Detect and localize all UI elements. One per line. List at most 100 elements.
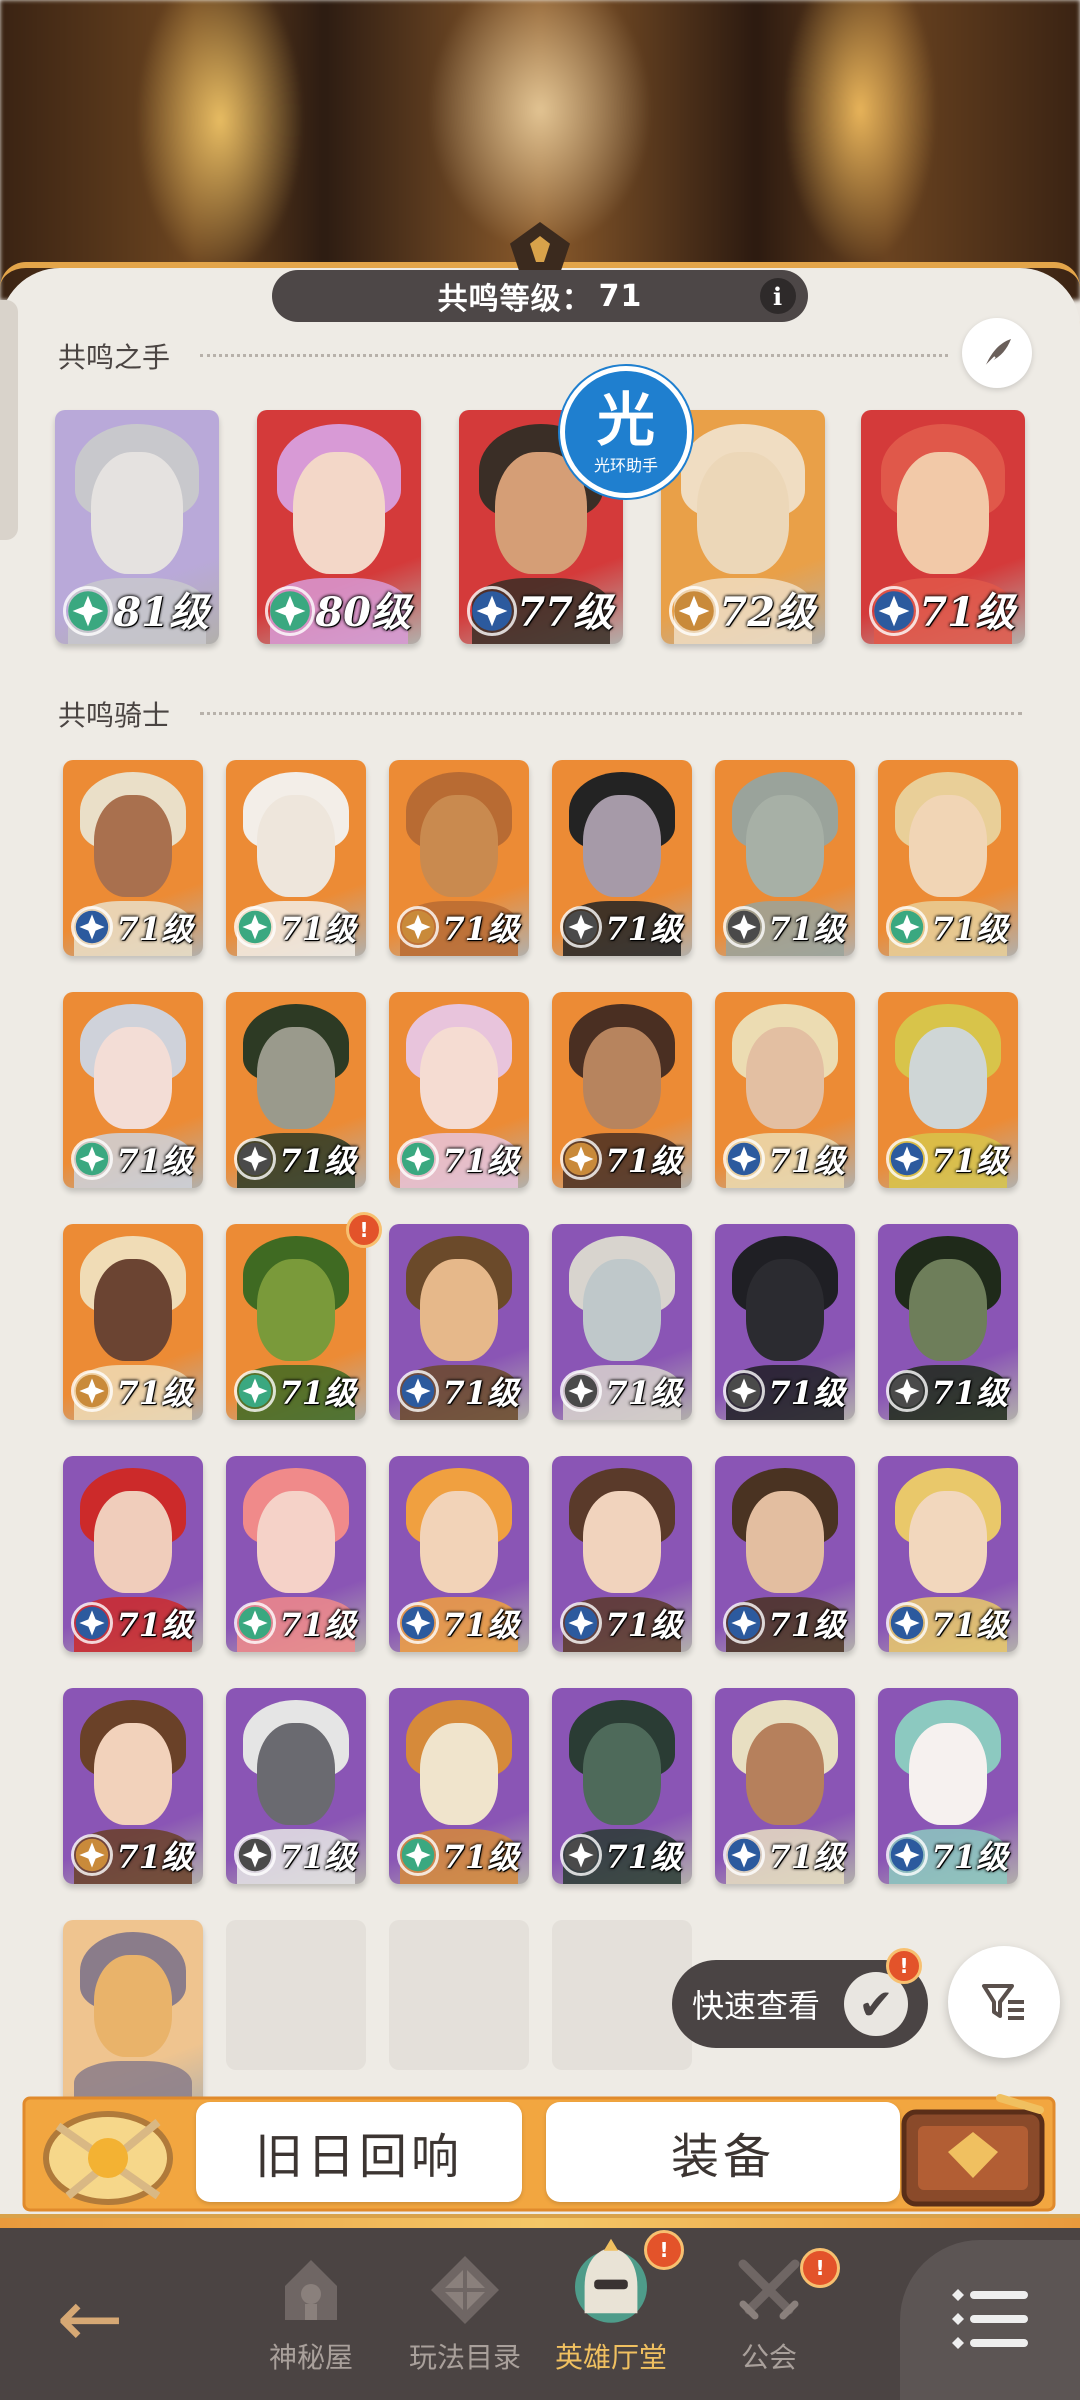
hero-class-icon — [397, 1138, 439, 1180]
hero-face — [908, 1723, 988, 1826]
menu-button[interactable] — [900, 2240, 1080, 2400]
hero-face — [91, 452, 183, 574]
hero-card[interactable]: 71级 — [552, 1456, 692, 1652]
hero-face — [293, 452, 385, 574]
hero-card[interactable]: 71级 — [389, 992, 529, 1188]
hero-card[interactable]: 71级 — [878, 760, 1018, 956]
hero-face — [745, 795, 825, 898]
hands-section-title: 共鸣之手 — [58, 336, 170, 376]
old-echo-art-icon — [43, 2111, 173, 2205]
hero-card[interactable]: 71级 — [63, 992, 203, 1188]
hero-class-icon — [234, 906, 276, 948]
hero-face — [908, 1027, 988, 1130]
hero-card[interactable]: 71级 — [861, 410, 1025, 644]
quick-view-button[interactable]: 快速查看 ✔ ! — [672, 1948, 928, 2048]
hero-level: 71级 — [931, 1606, 1008, 1644]
nav-label-game-catalog: 玩法目录 — [408, 2341, 521, 2374]
quill-button[interactable] — [962, 318, 1032, 388]
equipment-chest-icon — [901, 2094, 1045, 2207]
hero-card[interactable]: 71级 — [878, 1688, 1018, 1884]
hero-card[interactable]: 71级 — [226, 1224, 366, 1420]
hero-card[interactable]: 71级 — [552, 760, 692, 956]
side-drawer-handle[interactable] — [0, 300, 18, 540]
nav-item-game-catalog[interactable]: 玩法目录 — [390, 2240, 540, 2390]
hero-class-icon — [886, 1602, 928, 1644]
hero-card[interactable]: 71级 — [389, 1688, 529, 1884]
hero-card[interactable]: 71级 — [715, 1456, 855, 1652]
hero-level: 71级 — [279, 1606, 356, 1644]
hero-face — [419, 1259, 499, 1362]
hero-card[interactable]: 71级 — [63, 760, 203, 956]
hero-card[interactable]: 71级 — [63, 1456, 203, 1652]
empty-hero-slot — [389, 1920, 529, 2070]
equipment-button[interactable]: 装备 — [546, 2102, 900, 2202]
hero-level: 71级 — [931, 1374, 1008, 1412]
hero-card[interactable]: 71级 — [552, 992, 692, 1188]
hero-class-icon — [869, 586, 919, 636]
hero-face — [419, 795, 499, 898]
old-echo-button[interactable]: 旧日回响 — [196, 2102, 522, 2202]
hero-face — [582, 1491, 662, 1594]
hero-card[interactable]: 81级 — [55, 410, 219, 644]
menu-list-icon — [952, 2289, 1028, 2349]
hero-level: 71级 — [605, 1142, 682, 1180]
hero-class-icon — [234, 1370, 276, 1412]
hero-card[interactable]: 71级 — [389, 1456, 529, 1652]
hero-card[interactable]: 71级 — [226, 1456, 366, 1652]
info-icon[interactable]: i — [760, 278, 796, 314]
hero-level: 71级 — [279, 1838, 356, 1876]
hero-level: 71级 — [605, 910, 682, 948]
hero-level: 77级 — [517, 589, 613, 636]
hero-card[interactable]: 71级 — [226, 992, 366, 1188]
watermark-badge: 光 光环助手 — [560, 366, 692, 498]
hero-level: 71级 — [768, 1838, 845, 1876]
filter-button[interactable] — [948, 1946, 1060, 2058]
nav-item-guild[interactable]: 公会 ! — [694, 2240, 844, 2390]
equipment-label: 装备 — [670, 2129, 775, 2185]
empty-hero-slot — [552, 1920, 692, 2070]
hero-card[interactable]: 71级 — [715, 992, 855, 1188]
hero-level: 80级 — [315, 589, 411, 636]
hero-card[interactable]: 71级 — [389, 1224, 529, 1420]
hero-card[interactable]: 71级 — [63, 1688, 203, 1884]
hero-level: 71级 — [116, 910, 193, 948]
back-button[interactable]: ← — [30, 2268, 150, 2368]
hero-level: 71级 — [116, 1374, 193, 1412]
hero-face — [582, 795, 662, 898]
hero-class-icon — [234, 1602, 276, 1644]
hero-card[interactable]: 71级 — [552, 1688, 692, 1884]
hero-level: 71级 — [279, 1142, 356, 1180]
hero-class-icon — [886, 1370, 928, 1412]
hero-level: 71级 — [931, 910, 1008, 948]
hero-face — [256, 795, 336, 898]
hero-card[interactable]: 71级 — [63, 1224, 203, 1420]
hero-card[interactable]: 71级 — [389, 760, 529, 956]
watermark-glyph: 光 — [596, 386, 655, 454]
hero-class-icon — [886, 1138, 928, 1180]
hero-level: 72级 — [719, 589, 815, 636]
hero-card[interactable]: 71级 — [878, 992, 1018, 1188]
hero-level: 71级 — [116, 1838, 193, 1876]
hero-card[interactable]: 71级 — [715, 1688, 855, 1884]
hero-card[interactable]: 71级 — [878, 1456, 1018, 1652]
hero-class-icon — [397, 1370, 439, 1412]
hero-card[interactable]: 71级 — [226, 1688, 366, 1884]
hero-class-icon — [397, 1602, 439, 1644]
nav-item-hero-hall[interactable]: 英雄厅堂 ! — [536, 2224, 686, 2390]
hero-level: 71级 — [442, 1142, 519, 1180]
hero-level: 71级 — [442, 1606, 519, 1644]
hero-level: 71级 — [442, 910, 519, 948]
hands-divider — [200, 354, 948, 357]
hero-face — [745, 1027, 825, 1130]
hero-card[interactable]: 71级 — [715, 1224, 855, 1420]
hero-level: 71级 — [768, 1374, 845, 1412]
hero-card[interactable]: 71级 — [552, 1224, 692, 1420]
hero-card[interactable]: 71级 — [715, 760, 855, 956]
hero-card[interactable]: 71级 — [226, 760, 366, 956]
hero-class-icon — [71, 1602, 113, 1644]
hero-level: 71级 — [279, 910, 356, 948]
nav-item-mystery-house[interactable]: 神秘屋 — [236, 2240, 386, 2390]
hero-card[interactable]: 71级 — [878, 1224, 1018, 1420]
hero-face — [93, 1027, 173, 1130]
hero-card[interactable]: 80级 — [257, 410, 421, 644]
